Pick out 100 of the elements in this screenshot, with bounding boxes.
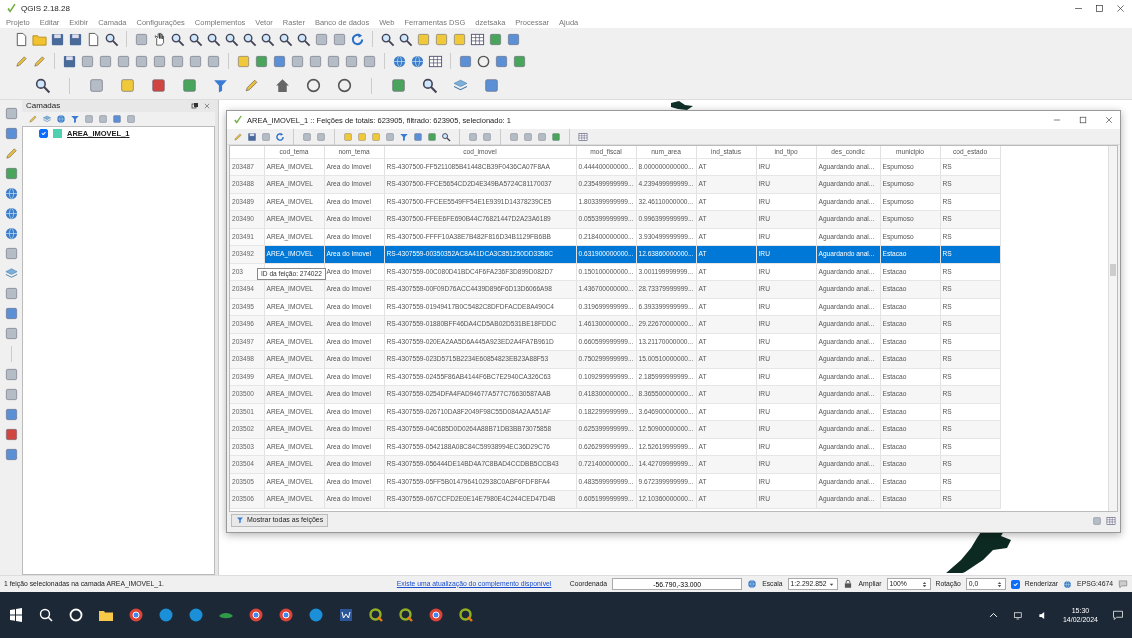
tool-icon[interactable] bbox=[523, 131, 533, 142]
tool-icon[interactable] bbox=[181, 77, 198, 94]
tool-icon[interactable] bbox=[537, 131, 547, 142]
globe-icon[interactable] bbox=[56, 114, 66, 124]
tool-icon[interactable] bbox=[506, 31, 521, 47]
magnifier-icon[interactable] bbox=[34, 77, 51, 94]
magnifier-icon[interactable] bbox=[260, 31, 275, 47]
message-icon[interactable] bbox=[1118, 579, 1128, 589]
tool-icon[interactable] bbox=[3, 126, 19, 141]
tool-icon[interactable] bbox=[290, 53, 305, 69]
magnifier-icon[interactable] bbox=[170, 31, 185, 47]
magnifier-icon[interactable] bbox=[421, 77, 438, 94]
tool-icon[interactable] bbox=[80, 53, 95, 69]
globe-icon[interactable] bbox=[392, 53, 407, 69]
globe-icon[interactable] bbox=[3, 226, 19, 241]
magnifier-icon[interactable] bbox=[296, 31, 311, 47]
magnifier-icon[interactable] bbox=[398, 31, 413, 47]
table-icon[interactable] bbox=[428, 53, 443, 69]
hand-icon[interactable] bbox=[152, 31, 167, 47]
tool-icon[interactable] bbox=[1092, 515, 1102, 526]
scrollbar-thumb[interactable] bbox=[1110, 264, 1116, 276]
browser-icon[interactable] bbox=[128, 607, 144, 623]
tool-icon[interactable] bbox=[509, 131, 519, 142]
render-checkbox[interactable] bbox=[1010, 579, 1020, 589]
tool-icon[interactable] bbox=[150, 77, 167, 94]
pencil-icon[interactable] bbox=[28, 114, 38, 124]
table-icon[interactable] bbox=[578, 131, 588, 142]
tool-icon[interactable] bbox=[3, 407, 19, 422]
tool-icon[interactable] bbox=[458, 53, 473, 69]
tool-icon[interactable] bbox=[134, 53, 149, 69]
tool-icon[interactable] bbox=[254, 53, 269, 69]
maximize-icon[interactable] bbox=[1094, 3, 1105, 14]
app-icon[interactable] bbox=[188, 607, 204, 623]
tool-icon[interactable] bbox=[3, 106, 19, 121]
globe-icon[interactable] bbox=[3, 206, 19, 221]
tool-icon[interactable] bbox=[413, 131, 423, 142]
floppy-icon[interactable] bbox=[68, 31, 83, 47]
tool-icon[interactable] bbox=[272, 53, 287, 69]
magnifier-icon[interactable] bbox=[242, 31, 257, 47]
tool-icon[interactable] bbox=[343, 131, 353, 142]
browser-icon[interactable] bbox=[278, 607, 294, 623]
tool-icon[interactable] bbox=[344, 53, 359, 69]
tool-icon[interactable] bbox=[434, 31, 449, 47]
maximize-icon[interactable] bbox=[1078, 115, 1088, 125]
layer-checkbox[interactable] bbox=[39, 129, 48, 138]
page-icon[interactable] bbox=[86, 31, 101, 47]
filter-icon[interactable] bbox=[212, 77, 229, 94]
tool-icon[interactable] bbox=[316, 131, 326, 142]
tool-icon[interactable] bbox=[3, 427, 19, 442]
tool-icon[interactable] bbox=[483, 77, 500, 94]
magnifier-icon[interactable] bbox=[206, 31, 221, 47]
tool-icon[interactable] bbox=[362, 53, 377, 69]
refresh-icon[interactable] bbox=[350, 31, 365, 47]
globe-icon[interactable] bbox=[410, 53, 425, 69]
app-icon[interactable] bbox=[158, 607, 174, 623]
tool-icon[interactable] bbox=[170, 53, 185, 69]
tool-icon[interactable] bbox=[3, 326, 19, 341]
filter-icon[interactable] bbox=[70, 114, 80, 124]
globe-icon[interactable] bbox=[747, 579, 758, 589]
tool-icon[interactable] bbox=[3, 367, 19, 382]
globe-icon[interactable] bbox=[1063, 579, 1073, 589]
tool-icon[interactable] bbox=[468, 131, 478, 142]
tool-icon[interactable] bbox=[332, 31, 347, 47]
tool-icon[interactable] bbox=[152, 53, 167, 69]
chat-icon[interactable] bbox=[1112, 609, 1124, 621]
floppy-icon[interactable] bbox=[247, 131, 257, 142]
magnifier-icon[interactable] bbox=[188, 31, 203, 47]
tool-icon[interactable] bbox=[482, 131, 492, 142]
tool-icon[interactable] bbox=[390, 77, 407, 94]
tool-icon[interactable] bbox=[551, 131, 561, 142]
pencil-icon[interactable] bbox=[233, 131, 243, 142]
magnifier-icon[interactable] bbox=[224, 31, 239, 47]
qgis-icon[interactable] bbox=[458, 607, 474, 623]
table-icon[interactable] bbox=[470, 31, 485, 47]
tool-icon[interactable] bbox=[371, 131, 381, 142]
layers-icon[interactable] bbox=[42, 114, 52, 124]
circle-icon[interactable] bbox=[305, 77, 322, 94]
tool-icon[interactable] bbox=[494, 53, 509, 69]
search-icon[interactable] bbox=[38, 607, 54, 623]
refresh-icon[interactable] bbox=[275, 131, 285, 142]
magnifier-icon[interactable] bbox=[104, 31, 119, 47]
tool-icon[interactable] bbox=[302, 131, 312, 142]
table-icon[interactable] bbox=[1106, 515, 1116, 526]
close-icon[interactable] bbox=[1115, 3, 1126, 14]
tool-icon[interactable] bbox=[326, 53, 341, 69]
tool-icon[interactable] bbox=[206, 53, 221, 69]
layers-icon[interactable] bbox=[3, 266, 19, 281]
floppy-icon[interactable] bbox=[62, 53, 77, 69]
circle-icon[interactable] bbox=[476, 53, 491, 69]
close-icon[interactable] bbox=[203, 102, 211, 110]
filter-icon[interactable] bbox=[399, 131, 409, 142]
tool-icon[interactable] bbox=[3, 286, 19, 301]
app-icon[interactable] bbox=[308, 607, 324, 623]
float-icon[interactable] bbox=[191, 102, 199, 110]
pencil-icon[interactable] bbox=[243, 77, 260, 94]
magnifier-icon[interactable] bbox=[278, 31, 293, 47]
tool-icon[interactable] bbox=[3, 447, 19, 462]
pencil-icon[interactable] bbox=[32, 53, 47, 69]
tool-icon[interactable] bbox=[116, 53, 131, 69]
tool-icon[interactable] bbox=[236, 53, 251, 69]
